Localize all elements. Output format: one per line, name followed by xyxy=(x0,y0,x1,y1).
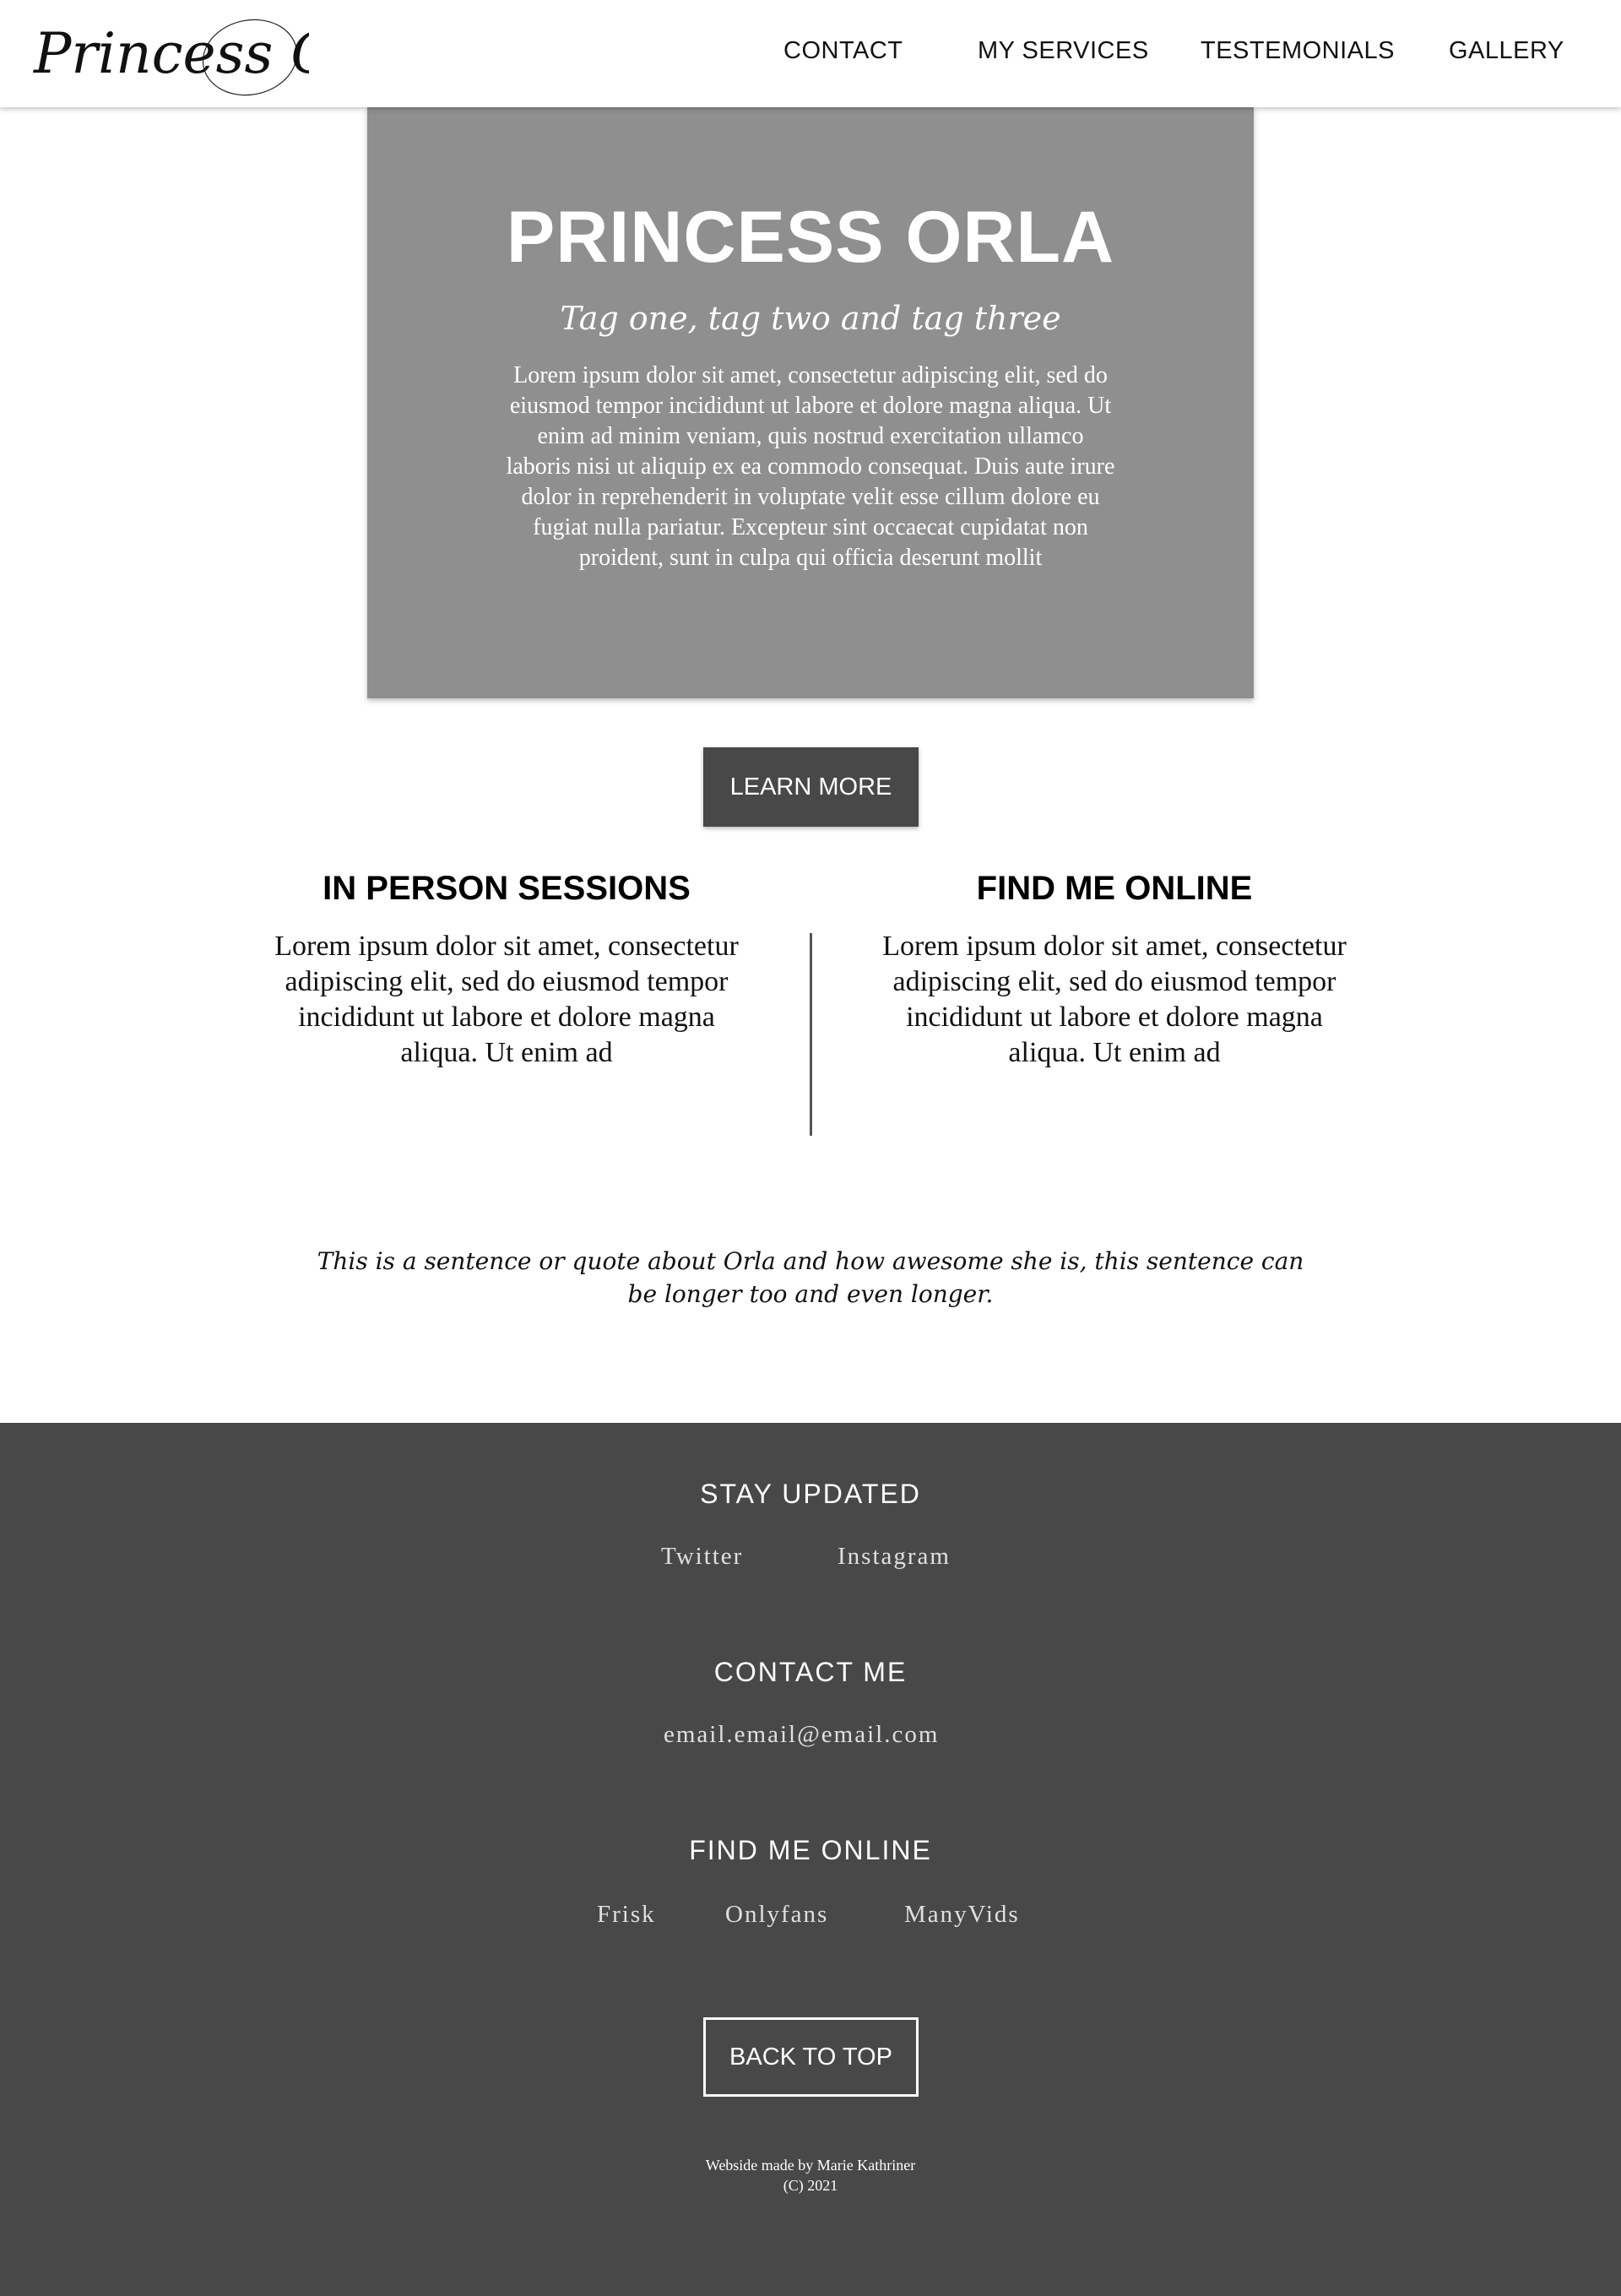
nav-testimonials[interactable]: TESTEMONIALS xyxy=(1201,37,1395,65)
learn-more-button[interactable]: LEARN MORE xyxy=(703,747,919,827)
nav-my-services[interactable]: MY SERVICES xyxy=(978,37,1149,65)
contact-email-link[interactable]: email.email@email.com xyxy=(664,1721,939,1749)
stay-updated-heading: STAY UPDATED xyxy=(700,1479,921,1509)
credit-line: Webside made by Marie Kathriner xyxy=(705,2157,916,2174)
in-person-sessions-title: IN PERSON SESSIONS xyxy=(323,870,691,907)
contact-me-heading: CONTACT ME xyxy=(713,1657,908,1687)
onlyfans-link[interactable]: Onlyfans xyxy=(725,1901,828,1929)
hero-body: Lorem ipsum dolor sit amet, consectetur … xyxy=(506,362,1115,571)
instagram-link[interactable]: Instagram xyxy=(838,1543,951,1571)
back-to-top-button[interactable]: BACK TO TOP xyxy=(703,2017,919,2097)
column-divider xyxy=(810,933,812,1136)
find-me-online-body: Lorem ipsum dolor sit amet, consectetur … xyxy=(882,931,1347,1068)
nav-gallery[interactable]: GALLERY xyxy=(1449,37,1564,65)
main-nav: CONTACT MY SERVICES TESTEMONIALS GALLERY xyxy=(0,37,1621,71)
site-footer: STAY UPDATED Twitter Instagram CONTACT M… xyxy=(0,1423,1621,2296)
twitter-link[interactable]: Twitter xyxy=(661,1543,743,1571)
hero-tags: Tag one, tag two and tag three xyxy=(560,300,1061,337)
in-person-sessions-body: Lorem ipsum dolor sit amet, consectetur … xyxy=(274,931,739,1068)
hero-title: PRINCESS ORLA xyxy=(506,197,1115,278)
hero-panel: PRINCESS ORLA Tag one, tag two and tag t… xyxy=(367,107,1254,698)
manyvids-link[interactable]: ManyVids xyxy=(904,1901,1020,1929)
find-me-online-footer-heading: FIND ME ONLINE xyxy=(689,1835,932,1865)
site-header: Princess Orla CONTACT MY SERVICES TESTEM… xyxy=(0,0,1621,107)
nav-contact[interactable]: CONTACT xyxy=(783,37,903,65)
copyright-line: (C) 2021 xyxy=(783,2177,838,2194)
find-me-online-title: FIND ME ONLINE xyxy=(976,870,1253,907)
testimonial-quote: This is a sentence or quote about Orla a… xyxy=(317,1247,1304,1308)
frisk-link[interactable]: Frisk xyxy=(597,1901,656,1929)
